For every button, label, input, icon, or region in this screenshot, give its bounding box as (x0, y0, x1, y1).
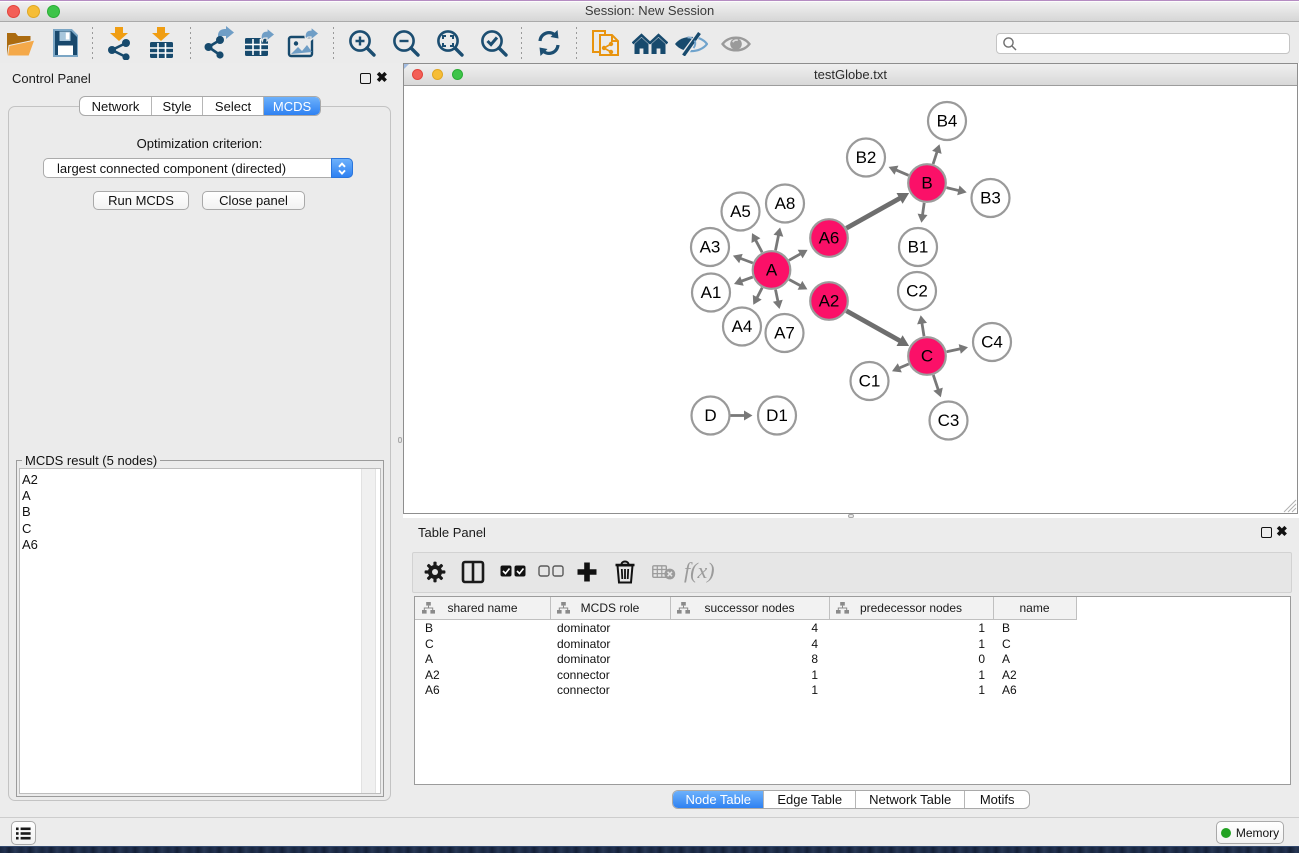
svg-text:B4: B4 (937, 112, 958, 131)
svg-text:A6: A6 (819, 229, 840, 248)
svg-text:D: D (704, 406, 716, 425)
svg-text:A3: A3 (700, 238, 721, 257)
svg-text:B2: B2 (856, 148, 877, 167)
svg-text:A1: A1 (701, 283, 722, 302)
svg-text:B1: B1 (908, 238, 929, 257)
svg-text:B3: B3 (980, 189, 1001, 208)
svg-text:A4: A4 (732, 317, 753, 336)
svg-text:A2: A2 (819, 292, 840, 311)
svg-text:C4: C4 (981, 333, 1003, 352)
svg-text:C2: C2 (906, 282, 928, 301)
svg-text:B: B (921, 174, 932, 193)
svg-text:C: C (921, 347, 933, 366)
svg-text:C3: C3 (938, 411, 960, 430)
svg-text:A: A (766, 261, 778, 280)
svg-text:D1: D1 (766, 406, 788, 425)
svg-text:A8: A8 (775, 194, 796, 213)
svg-text:C1: C1 (859, 372, 881, 391)
svg-text:A5: A5 (730, 202, 751, 221)
svg-text:A7: A7 (774, 324, 795, 343)
